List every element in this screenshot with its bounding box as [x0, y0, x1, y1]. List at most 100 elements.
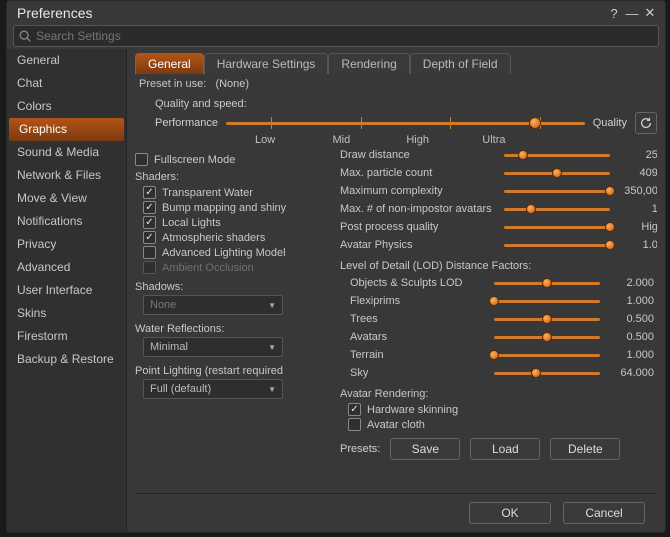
shader-check-transparent-water[interactable]: Transparent Water [143, 185, 330, 200]
sidebar-item-network-files[interactable]: Network & Files [7, 164, 126, 187]
quality-slider[interactable] [226, 115, 585, 131]
slider-value: 1.000 [604, 295, 654, 307]
slider-max-of-non-impostor-avatars: Max. # of non-impostor avatars 16 [340, 200, 657, 218]
checkbox-icon [143, 201, 156, 214]
slider-track[interactable] [504, 220, 610, 234]
presets-label: Presets: [340, 443, 380, 455]
load-button[interactable]: Load [470, 438, 540, 460]
slider-track[interactable] [504, 184, 610, 198]
slider-value: 64.000 [604, 367, 654, 379]
slider-track[interactable] [494, 366, 600, 380]
tab-depth-of-field[interactable]: Depth of Field [410, 53, 511, 74]
slider-objects-sculpts-lod: Objects & Sculpts LOD 2.000 [340, 274, 657, 292]
point-heading: Point Lighting (restart required [135, 365, 330, 377]
slider-track[interactable] [494, 348, 600, 362]
quality-heading: Quality and speed: [155, 98, 657, 110]
sidebar: GeneralChatColorsGraphicsSound & MediaNe… [7, 49, 127, 532]
tab-hardware-settings[interactable]: Hardware Settings [204, 53, 329, 74]
sidebar-item-notifications[interactable]: Notifications [7, 210, 126, 233]
slider-label: Max. # of non-impostor avatars [340, 203, 500, 215]
slider-label: Objects & Sculpts LOD [340, 277, 490, 289]
slider-value: 256 [614, 149, 657, 161]
lod-heading: Level of Detail (LOD) Distance Factors: [340, 260, 657, 272]
sidebar-item-general[interactable]: General [7, 49, 126, 72]
quality-left-label: Performance [155, 117, 218, 129]
shader-check-bump-mapping-and-shiny[interactable]: Bump mapping and shiny [143, 200, 330, 215]
checkbox-icon [135, 153, 148, 166]
slider-avatars: Avatars0.500 [340, 328, 657, 346]
shadows-heading: Shadows: [135, 281, 330, 293]
shadows-dropdown[interactable]: None ▼ [143, 295, 283, 315]
sidebar-item-firestorm[interactable]: Firestorm [7, 325, 126, 348]
sidebar-item-move-view[interactable]: Move & View [7, 187, 126, 210]
cancel-button[interactable]: Cancel [563, 502, 645, 524]
slider-label: Post process quality [340, 221, 500, 233]
water-dropdown[interactable]: Minimal ▼ [143, 337, 283, 357]
slider-track[interactable] [504, 148, 610, 162]
water-heading: Water Reflections: [135, 323, 330, 335]
slider-track[interactable] [504, 166, 610, 180]
hw-skinning-check[interactable]: Hardware skinning [348, 402, 657, 417]
sidebar-item-privacy[interactable]: Privacy [7, 233, 126, 256]
slider-label: Avatars [340, 331, 490, 343]
sidebar-item-graphics[interactable]: Graphics [9, 118, 124, 141]
shader-check-advanced-lighting-model[interactable]: Advanced Lighting Model [143, 245, 330, 260]
tab-rendering[interactable]: Rendering [328, 53, 409, 74]
slider-track[interactable] [494, 312, 600, 326]
search-input[interactable] [36, 29, 654, 43]
minimize-icon[interactable]: — [623, 4, 641, 22]
delete-button[interactable]: Delete [550, 438, 620, 460]
help-icon[interactable]: ? [605, 4, 623, 22]
quality-right-label: Quality [593, 117, 627, 129]
tabs: GeneralHardware SettingsRenderingDepth o… [135, 53, 657, 74]
slider-label: Max. particle count [340, 167, 500, 179]
slider-maximum-complexity: Maximum complexity 350,000 [340, 182, 657, 200]
quality-tick-label: High [380, 134, 456, 146]
refresh-button[interactable] [635, 112, 657, 134]
quality-tick-label: Ultra [456, 134, 532, 146]
slider-value: 16 [614, 203, 657, 215]
fullscreen-check[interactable]: Fullscreen Mode [135, 152, 330, 167]
checkbox-icon [143, 216, 156, 229]
refresh-icon [639, 116, 653, 130]
point-dropdown[interactable]: Full (default) ▼ [143, 379, 283, 399]
slider-track[interactable] [504, 202, 610, 216]
slider-value: 1.00 [614, 239, 657, 251]
quality-tick-label: Low [227, 134, 303, 146]
window-title: Preferences [17, 5, 92, 21]
shaders-heading: Shaders: [135, 171, 330, 183]
sidebar-item-colors[interactable]: Colors [7, 95, 126, 118]
avatar-cloth-check[interactable]: Avatar cloth [348, 417, 657, 432]
slider-label: Draw distance [340, 149, 500, 161]
slider-value: High [614, 221, 657, 233]
sidebar-item-chat[interactable]: Chat [7, 72, 126, 95]
sidebar-item-backup-restore[interactable]: Backup & Restore [7, 348, 126, 371]
ok-button[interactable]: OK [469, 502, 551, 524]
slider-track[interactable] [494, 276, 600, 290]
close-icon[interactable]: ✕ [641, 4, 659, 22]
quality-tick-label: Mid [303, 134, 379, 146]
sidebar-item-user-interface[interactable]: User Interface [7, 279, 126, 302]
sidebar-item-advanced[interactable]: Advanced [7, 256, 126, 279]
sidebar-item-skins[interactable]: Skins [7, 302, 126, 325]
sidebar-item-sound-media[interactable]: Sound & Media [7, 141, 126, 164]
titlebar: Preferences ? — ✕ [7, 1, 665, 25]
slider-track[interactable] [504, 238, 610, 252]
tab-general[interactable]: General [135, 53, 204, 74]
slider-avatar-physics: Avatar Physics 1.00 [340, 236, 657, 254]
slider-label: Maximum complexity [340, 185, 500, 197]
slider-track[interactable] [494, 294, 600, 308]
search-bar[interactable] [13, 25, 659, 47]
slider-track[interactable] [494, 330, 600, 344]
save-button[interactable]: Save [390, 438, 460, 460]
chevron-down-icon: ▼ [268, 301, 276, 310]
slider-value: 2.000 [604, 277, 654, 289]
shader-check-atmospheric-shaders[interactable]: Atmospheric shaders [143, 230, 330, 245]
slider-flexiprims: Flexiprims1.000 [340, 292, 657, 310]
avatar-rendering-heading: Avatar Rendering: [340, 388, 657, 400]
checkbox-icon [143, 231, 156, 244]
shader-check-local-lights[interactable]: Local Lights [143, 215, 330, 230]
checkbox-icon [143, 261, 156, 274]
slider-value: 350,000 [614, 185, 657, 197]
slider-label: Avatar Physics [340, 239, 500, 251]
